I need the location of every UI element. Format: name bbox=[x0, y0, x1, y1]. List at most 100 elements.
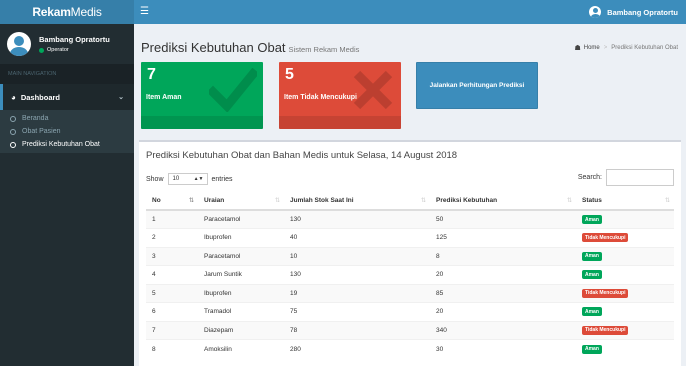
entries-label: entries bbox=[211, 175, 233, 183]
nav-header: MAIN NAVIGATION bbox=[0, 64, 134, 84]
app-logo[interactable]: Rekam Medis bbox=[0, 0, 134, 24]
sidebar-item-label: Prediksi Kebutuhan Obat bbox=[22, 141, 100, 148]
stat-footer bbox=[141, 116, 263, 129]
status-cell: Tidak Mencukupi bbox=[576, 228, 674, 247]
sidebar: Rekam Medis Bambang Opratortu Operator MA… bbox=[0, 0, 134, 366]
table-row: 2 Ibuprofen 40 125 Tidak Mencukupi bbox=[146, 228, 674, 247]
col-label: Status bbox=[582, 197, 602, 204]
table-row: 4 Jarum Suntik 130 20 Aman bbox=[146, 265, 674, 284]
col-status[interactable]: Status ⇅ bbox=[576, 192, 674, 211]
table-cell: 40 bbox=[284, 228, 430, 247]
table-body: 1 Paracetamol 130 50 Aman 2 Ibuprofen 40 125 Tida… bbox=[146, 209, 674, 358]
x-icon bbox=[353, 70, 393, 110]
chevron-down-icon: ⌄ bbox=[118, 94, 124, 101]
top-navbar: ☰ Bambang Opratortu bbox=[134, 0, 686, 24]
col-no[interactable]: No ⇅ bbox=[146, 192, 198, 211]
table-cell: Tramadol bbox=[198, 302, 284, 321]
table-cell: 6 bbox=[146, 302, 198, 321]
prediction-table: No ⇅ Uraian ⇅ Jumlah Stok Saat Ini ⇅ Predik… bbox=[146, 192, 674, 358]
table-cell: 50 bbox=[430, 209, 576, 229]
table-cell: Amoksilin bbox=[198, 339, 284, 358]
sidebar-item-obat-pasien[interactable]: Obat Pasien bbox=[0, 125, 134, 138]
table-row: 8 Amoksilin 280 30 Aman bbox=[146, 339, 674, 358]
breadcrumb: ☗ Home > Prediksi Kebutuhan Obat bbox=[574, 44, 678, 52]
status-cell: Aman bbox=[576, 209, 674, 229]
table-cell: Diazepam bbox=[198, 320, 284, 340]
table-cell: Paracetamol bbox=[198, 246, 284, 266]
sidebar-item-prediksi[interactable]: Prediksi Kebutuhan Obat bbox=[0, 138, 134, 151]
table-cell: 85 bbox=[430, 283, 576, 303]
status-cell: Aman bbox=[576, 302, 674, 321]
table-cell: 280 bbox=[284, 339, 430, 358]
submenu: Beranda Obat Pasien Prediksi Kebutuhan O… bbox=[0, 110, 134, 153]
table-cell: 8 bbox=[430, 246, 576, 266]
table-row: 6 Tramadol 75 20 Aman bbox=[146, 302, 674, 321]
sort-icon: ⇅ bbox=[274, 198, 280, 204]
breadcrumb-home[interactable]: Home bbox=[584, 45, 600, 51]
breadcrumb-separator: > bbox=[603, 45, 608, 51]
table-row: 1 Paracetamol 130 50 Aman bbox=[146, 209, 674, 229]
stat-short-label: Item Tidak Mencukupi bbox=[284, 94, 357, 101]
table-cell: Paracetamol bbox=[198, 209, 284, 229]
select-arrows-icon: ▲▼ bbox=[193, 176, 204, 182]
table-cell: 1 bbox=[146, 209, 198, 229]
logo-bold: Rekam bbox=[32, 5, 71, 19]
table-cell: 19 bbox=[284, 283, 430, 303]
table-cell: Jarum Suntik bbox=[198, 265, 284, 284]
online-dot-icon bbox=[39, 47, 44, 53]
page-title: Prediksi Kebutuhan Obat Sistem Rekam Medi… bbox=[141, 40, 359, 55]
status-badge: Tidak Mencukupi bbox=[582, 233, 629, 243]
status-badge: Tidak Mencukupi bbox=[582, 325, 629, 335]
search-label: Search: bbox=[577, 174, 602, 181]
sidebar-item-label: Obat Pasien bbox=[22, 128, 61, 135]
status-cell: Aman bbox=[576, 265, 674, 284]
user-name: Bambang Opratortu bbox=[39, 35, 110, 44]
col-uraian[interactable]: Uraian ⇅ bbox=[198, 192, 284, 211]
table-cell: 78 bbox=[284, 320, 430, 340]
table-cell: 5 bbox=[146, 283, 198, 303]
stat-footer bbox=[279, 116, 401, 129]
col-stok[interactable]: Jumlah Stok Saat Ini ⇅ bbox=[284, 192, 430, 211]
search-input[interactable] bbox=[606, 169, 674, 186]
col-label: No bbox=[152, 197, 161, 204]
col-label: Uraian bbox=[204, 197, 225, 204]
table-cell: 20 bbox=[430, 302, 576, 321]
status-badge: Aman bbox=[582, 344, 602, 354]
status-badge: Aman bbox=[582, 307, 602, 317]
user-menu[interactable]: Bambang Opratortu bbox=[589, 0, 678, 24]
table-cell: 2 bbox=[146, 228, 198, 247]
table-cell: 130 bbox=[284, 265, 430, 284]
entries-value: 10 bbox=[172, 176, 180, 182]
sort-icon: ⇅ bbox=[566, 198, 572, 204]
sidebar-item-dashboard[interactable]: ◕ Dashboard ⌄ bbox=[0, 84, 134, 110]
entries-select[interactable]: 10 ▲▼ bbox=[167, 173, 208, 185]
status-cell: Tidak Mencukupi bbox=[576, 283, 674, 303]
table-cell: 7 bbox=[146, 320, 198, 340]
sidebar-item-beranda[interactable]: Beranda bbox=[0, 112, 134, 125]
table-cell: 10 bbox=[284, 246, 430, 266]
table-cell: 3 bbox=[146, 246, 198, 266]
stat-box-safe: 7 Item Aman bbox=[141, 62, 263, 129]
sidebar-item-label: Beranda bbox=[22, 115, 49, 122]
table-cell: 75 bbox=[284, 302, 430, 321]
check-icon bbox=[209, 68, 257, 112]
status-cell: Tidak Mencukupi bbox=[576, 320, 674, 340]
sort-icon: ⇅ bbox=[188, 198, 194, 204]
table-header-row: No ⇅ Uraian ⇅ Jumlah Stok Saat Ini ⇅ Predik… bbox=[146, 192, 674, 211]
table-cell: 130 bbox=[284, 209, 430, 229]
circle-icon bbox=[10, 128, 16, 135]
user-status: Operator bbox=[39, 47, 110, 53]
status-cell: Aman bbox=[576, 246, 674, 266]
run-prediction-button[interactable]: Jalankan Perhitungan Prediksi bbox=[416, 62, 538, 109]
top-user-name: Bambang Opratortu bbox=[607, 7, 678, 17]
page-subtitle: Sistem Rekam Medis bbox=[288, 45, 360, 54]
user-panel: Bambang Opratortu Operator bbox=[0, 24, 134, 64]
stat-short-value: 5 bbox=[285, 66, 294, 83]
stat-safe-label: Item Aman bbox=[146, 94, 182, 101]
hamburger-icon[interactable]: ☰ bbox=[140, 5, 149, 19]
table-row: 3 Paracetamol 10 8 Aman bbox=[146, 246, 674, 266]
col-prediksi[interactable]: Prediksi Kebutuhan ⇅ bbox=[430, 192, 576, 211]
avatar bbox=[7, 32, 31, 56]
col-label: Jumlah Stok Saat Ini bbox=[290, 197, 354, 204]
sidebar-item-label: Dashboard bbox=[20, 92, 61, 102]
